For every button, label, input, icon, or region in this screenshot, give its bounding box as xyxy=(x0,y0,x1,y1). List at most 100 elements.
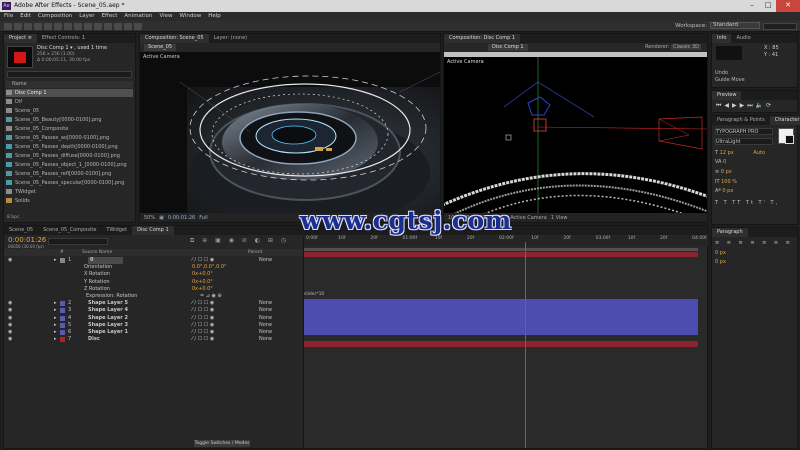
parent-dropdown[interactable]: None xyxy=(259,300,272,307)
view-layout-dropdown[interactable]: 1 View xyxy=(551,215,568,221)
layer-switches[interactable]: ⁄ ∕ ☐ ☐ ◉ xyxy=(192,329,214,336)
workspace-selector[interactable]: Workspace: Standard xyxy=(675,22,760,31)
label-color-swatch[interactable] xyxy=(60,315,65,321)
camera-view-dropdown[interactable]: Active Camera xyxy=(510,215,547,221)
clone-stamp-tool-icon[interactable] xyxy=(104,23,112,30)
renderer-setting[interactable]: Renderer: Classic 3D xyxy=(645,44,701,50)
layer-name[interactable]: Shape Layer 2 xyxy=(88,315,128,322)
layer-name[interactable]: Shape Layer 3 xyxy=(88,322,128,329)
tab-composition-disc-comp[interactable]: Composition: Disc Comp 1 xyxy=(444,34,521,43)
menu-view[interactable]: View xyxy=(159,12,172,21)
visibility-eye-icon[interactable]: ◉ xyxy=(8,307,12,314)
tab-preview[interactable]: Preview xyxy=(712,91,742,100)
project-item[interactable]: Scene_05_Passes_object_1_[0000-0100].png xyxy=(6,161,133,169)
alignment-buttons[interactable]: ≡ ≡ ≡ ≡ ≡ ≡ ≡ xyxy=(715,240,794,247)
expand-twirl-icon[interactable]: ▸ xyxy=(54,300,57,307)
search-help-input[interactable] xyxy=(763,23,797,30)
menu-composition[interactable]: Composition xyxy=(38,12,72,21)
brush-tool-icon[interactable] xyxy=(94,23,102,30)
stroke-color-swatch[interactable] xyxy=(785,135,794,144)
parent-dropdown[interactable]: None xyxy=(259,257,272,264)
layer-switches[interactable]: ⁄ ∕ ☐ ☐ ◉ xyxy=(192,315,214,322)
layer-row[interactable]: ◉ ▸ 1 0 ⁄ ∕ ☐ ☐ ◉ None xyxy=(4,257,303,264)
layer-name[interactable]: Shape Layer 1 xyxy=(88,329,128,336)
project-item[interactable]: Scene_05_Passes_refl[0000-0100].png xyxy=(6,170,133,178)
tab-timeline-scene05-composite[interactable]: Scene_05_Composite xyxy=(38,226,101,235)
bit-depth-label[interactable]: 8 bpc xyxy=(7,215,19,220)
font-style-dropdown[interactable]: UltraLight xyxy=(715,138,773,145)
tab-timeline-disc-comp[interactable]: Disc Comp 1 xyxy=(132,226,174,235)
layer-switches[interactable]: ⁄ ∕ ☐ ☐ ◉ xyxy=(192,322,214,329)
zoom-tool-icon[interactable] xyxy=(24,23,32,30)
parent-dropdown[interactable]: None xyxy=(259,307,272,314)
project-item[interactable]: Scene_05_Passes_ao[0000-0100].png xyxy=(6,134,133,142)
parent-dropdown[interactable]: None xyxy=(259,322,272,329)
project-item[interactable]: Scene_05_Beauty[0000-0100].png xyxy=(6,116,133,124)
track-bar-layer-1[interactable] xyxy=(304,252,698,257)
font-size-row[interactable]: T 12 px Auto xyxy=(715,150,794,157)
label-color-swatch[interactable] xyxy=(60,330,65,335)
property-row[interactable]: X Rotation 0x+0.0° xyxy=(4,271,303,278)
label-color-swatch[interactable] xyxy=(60,337,65,343)
tab-audio[interactable]: Audio xyxy=(731,34,755,43)
property-row[interactable]: Expression: Rotation = ⊿ ◉ ⊕ xyxy=(4,293,303,300)
project-item[interactable]: TWidget xyxy=(6,188,133,196)
project-item[interactable]: Disc Comp 1 xyxy=(6,89,133,97)
property-row[interactable]: Orientation 0.0°,0.0°,0.0° xyxy=(4,264,303,271)
toggle-switches-modes-button[interactable]: Toggle Switches / Modes xyxy=(194,440,250,447)
column-number[interactable]: # xyxy=(60,249,64,256)
property-value[interactable]: 0x+0.0° xyxy=(192,286,213,293)
layer-name[interactable]: Shape Layer 4 xyxy=(88,307,128,314)
timeline-switch-icons[interactable]: ⧉ ⊕ ▣ ◉ ⊘ ◐ ⊞ ◷ xyxy=(190,237,300,247)
layer-switches[interactable]: ⁄ ∕ ☐ ☐ ◉ xyxy=(192,336,214,343)
pen-tool-icon[interactable] xyxy=(74,23,82,30)
column-source-name[interactable]: Source Name xyxy=(82,249,112,256)
layer-switches[interactable]: ⁄ ∕ ☐ ☐ ◉ xyxy=(192,257,214,264)
camera-tool-icon[interactable] xyxy=(44,23,52,30)
project-item[interactable]: Dif xyxy=(6,98,133,106)
visibility-eye-icon[interactable]: ◉ xyxy=(8,336,12,343)
parent-dropdown[interactable]: None xyxy=(259,336,272,343)
layer-name[interactable]: Disc xyxy=(88,336,100,343)
preview-controls[interactable]: ⏮◀▶▶⏭🔈⟳ xyxy=(716,102,774,110)
menu-window[interactable]: Window xyxy=(180,12,202,21)
menu-animation[interactable]: Animation xyxy=(124,12,152,21)
layer-switches[interactable]: ⁄ ∕ ☐ ☐ ◉ xyxy=(192,300,214,307)
menu-help[interactable]: Help xyxy=(208,12,221,21)
leading-value[interactable]: Auto xyxy=(753,150,765,156)
label-color-swatch[interactable] xyxy=(60,301,65,307)
comp-nav-tab[interactable]: Scene_05 xyxy=(144,44,177,51)
space-before-value[interactable]: 0 px xyxy=(715,259,794,266)
timeline-timecode[interactable]: 0:00:01:26 xyxy=(8,236,46,244)
project-item[interactable]: Scene_05_Passes_specular[0000-0100].png xyxy=(6,179,133,187)
property-value[interactable]: 0.0°,0.0°,0.0° xyxy=(192,264,227,271)
layer-row[interactable]: ◉ ▸ 2 Shape Layer 5 ⁄ ∕ ☐ ☐ ◉ None xyxy=(4,300,303,307)
layer-name[interactable]: 0 xyxy=(88,257,124,264)
tab-composition-scene05[interactable]: Composition: Scene_05 xyxy=(140,34,209,43)
left-quality-dropdown[interactable]: Full xyxy=(199,215,208,221)
project-search-input[interactable] xyxy=(7,71,132,78)
eraser-tool-icon[interactable] xyxy=(114,23,122,30)
close-button[interactable]: ✕ xyxy=(776,0,800,12)
tab-character[interactable]: Character xyxy=(769,116,800,125)
parent-dropdown[interactable]: None xyxy=(259,329,272,336)
layer-switches[interactable]: ⁄ ∕ ☐ ☐ ◉ xyxy=(192,307,214,314)
roto-brush-tool-icon[interactable] xyxy=(124,23,132,30)
menu-edit[interactable]: Edit xyxy=(20,12,31,21)
expand-twirl-icon[interactable]: ▸ xyxy=(54,336,57,343)
left-timecode[interactable]: 0:00:01:26 xyxy=(168,215,195,221)
faux-style-buttons[interactable]: T T TT Tt T' T, xyxy=(715,200,794,207)
layer-row[interactable]: ◉ ▸ 4 Shape Layer 2 ⁄ ∕ ☐ ☐ ◉ None xyxy=(4,315,303,322)
project-item[interactable]: Solids xyxy=(6,197,133,205)
indent-left-value[interactable]: 0 px xyxy=(715,250,794,257)
tab-effect-controls[interactable]: Effect Controls: 1 xyxy=(37,34,90,43)
stroke-size-value[interactable]: 0 px xyxy=(721,169,732,175)
property-row[interactable]: Y Rotation 0x+0.0° xyxy=(4,279,303,286)
baseline-row[interactable]: Aª 0 px xyxy=(715,188,794,195)
expand-twirl-icon[interactable]: ▸ xyxy=(54,322,57,329)
layer-name[interactable]: Shape Layer 5 xyxy=(88,300,128,307)
renderer-value[interactable]: Classic 3D xyxy=(671,44,701,50)
font-size-value[interactable]: 12 px xyxy=(720,150,734,156)
tab-timeline-twidget[interactable]: TWidget xyxy=(101,226,132,235)
tab-paragraph[interactable]: Paragraph xyxy=(712,228,748,237)
